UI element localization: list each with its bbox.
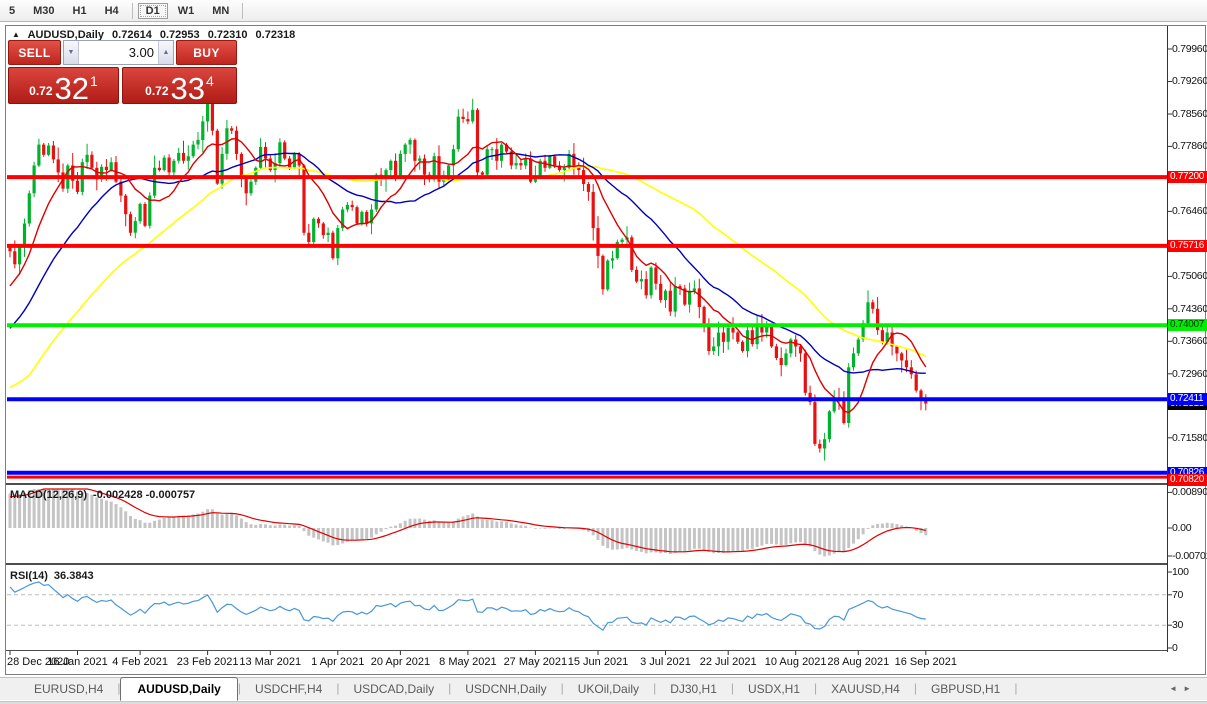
tab-eurusd[interactable]: EURUSD,H4 (20, 679, 117, 700)
tab-scroll-left-icon[interactable]: ◄ (1169, 684, 1183, 693)
tab-gbpusd[interactable]: GBPUSD,H1 (917, 679, 1014, 700)
volume-stepper: ▼ ▲ (63, 40, 174, 65)
timeframe-5[interactable]: 5 (1, 3, 23, 19)
sell-price-pip: 1 (90, 73, 98, 89)
buy-price-pip: 4 (206, 73, 214, 89)
tab-usdchf[interactable]: USDCHF,H4 (241, 679, 336, 700)
volume-input[interactable] (79, 41, 158, 64)
volume-increase-icon[interactable]: ▲ (158, 41, 173, 64)
rsi-pane[interactable] (6, 566, 1167, 650)
buy-price-panel[interactable]: 0.72 33 4 (122, 67, 237, 104)
volume-decrease-icon[interactable]: ▼ (64, 41, 79, 64)
timeframe-mn[interactable]: MN (204, 3, 237, 19)
tab-scrollers: ◄► (1169, 684, 1197, 693)
timeframe-w1[interactable]: W1 (170, 3, 203, 19)
timeframe-toolbar: 5 M30 H1 H4 D1 W1 MN (0, 0, 1207, 22)
sell-price-big: 32 (54, 71, 90, 106)
tab-separator: | (1014, 681, 1018, 695)
tab-xauusd[interactable]: XAUUSD,H4 (817, 679, 914, 700)
toolbar-separator (242, 2, 244, 19)
tab-usdx[interactable]: USDX,H1 (734, 679, 814, 700)
buy-price-prefix: 0.72 (145, 84, 169, 98)
timeframe-h1[interactable]: H1 (65, 3, 95, 19)
macd-rsi-splitter[interactable] (6, 563, 1167, 565)
buy-price-big: 33 (170, 71, 206, 106)
tab-scroll-right-icon[interactable]: ► (1183, 684, 1197, 693)
rsi-dates-divider (6, 650, 1167, 651)
timeframe-d1[interactable]: D1 (137, 2, 168, 19)
price-axis-divider (1167, 26, 1168, 652)
buy-button[interactable]: BUY (176, 40, 237, 65)
tab-ukoil[interactable]: UKOil,Daily (564, 679, 653, 700)
tab-usdcnh[interactable]: USDCNH,Daily (451, 679, 560, 700)
macd-pane[interactable] (6, 486, 1167, 563)
timeframe-m30[interactable]: M30 (25, 3, 62, 19)
sell-price-panel[interactable]: 0.72 32 1 (8, 67, 119, 104)
sell-button[interactable]: SELL (8, 40, 61, 65)
one-click-trading-widget: SELL ▼ ▲ BUY 0.72 32 1 0.72 33 4 (8, 40, 237, 104)
tab-dj30[interactable]: DJ30,H1 (656, 679, 731, 700)
toolbar-separator (131, 2, 133, 19)
tab-usdcad[interactable]: USDCAD,Daily (339, 679, 448, 700)
timeframe-h4[interactable]: H4 (97, 3, 127, 19)
tab-audusd[interactable]: AUDUSD,Daily (120, 677, 238, 701)
chart-tabs-bar: EURUSD,H4 | AUDUSD,Daily | USDCHF,H4 | USDCAD,… (0, 677, 1207, 701)
main-macd-splitter[interactable] (6, 483, 1167, 485)
trading-terminal-window: 5 M30 H1 H4 D1 W1 MN 0.79960 0.79260 0.78560 0.77… (0, 0, 1207, 704)
sell-price-prefix: 0.72 (29, 84, 53, 98)
